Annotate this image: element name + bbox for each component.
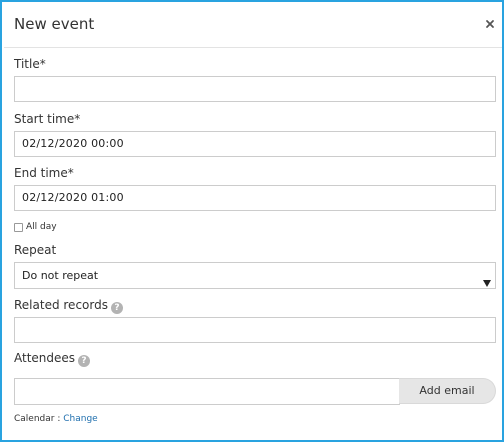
title-label: Title*	[14, 57, 46, 71]
dialog-title: New event	[14, 15, 95, 33]
dialog-header: New event	[4, 4, 502, 48]
new-event-dialog: New event Title* Start time* 02/12/2020 …	[0, 0, 504, 442]
end-time-label: End time*	[14, 166, 74, 180]
repeat-select-value: Do not repeat	[22, 269, 99, 282]
related-records-input[interactable]	[22, 318, 488, 342]
attendees-field[interactable]	[14, 378, 400, 405]
end-time-field[interactable]: 02/12/2020 01:00	[14, 185, 496, 211]
help-icon[interactable]: ?	[78, 355, 91, 367]
attendees-text: Attendees	[14, 351, 76, 365]
start-time-label: Start time*	[14, 112, 81, 126]
all-day-label: All day	[26, 222, 57, 232]
title-input[interactable]	[22, 77, 488, 101]
chevron-down-icon	[483, 272, 491, 287]
start-time-field[interactable]: 02/12/2020 00:00	[14, 131, 496, 157]
repeat-select[interactable]: Do not repeat	[14, 262, 496, 289]
related-records-field[interactable]	[14, 317, 496, 343]
start-time-value: 02/12/2020 00:00	[22, 137, 124, 150]
related-records-label: Related records?	[14, 298, 123, 314]
end-time-value: 02/12/2020 01:00	[22, 191, 124, 204]
help-icon[interactable]: ?	[110, 302, 123, 314]
repeat-label: Repeat	[14, 243, 57, 257]
title-field[interactable]	[14, 76, 496, 102]
related-records-text: Related records	[14, 298, 108, 312]
all-day-checkbox[interactable]	[14, 223, 23, 232]
attendees-label: Attendees?	[14, 351, 91, 367]
add-email-button[interactable]: Add email	[399, 378, 496, 404]
calendar-label: Calendar :	[14, 414, 61, 424]
close-icon[interactable]	[484, 18, 496, 30]
calendar-change-link[interactable]: Change	[63, 414, 97, 424]
calendar-row: Calendar : Change	[14, 414, 98, 424]
